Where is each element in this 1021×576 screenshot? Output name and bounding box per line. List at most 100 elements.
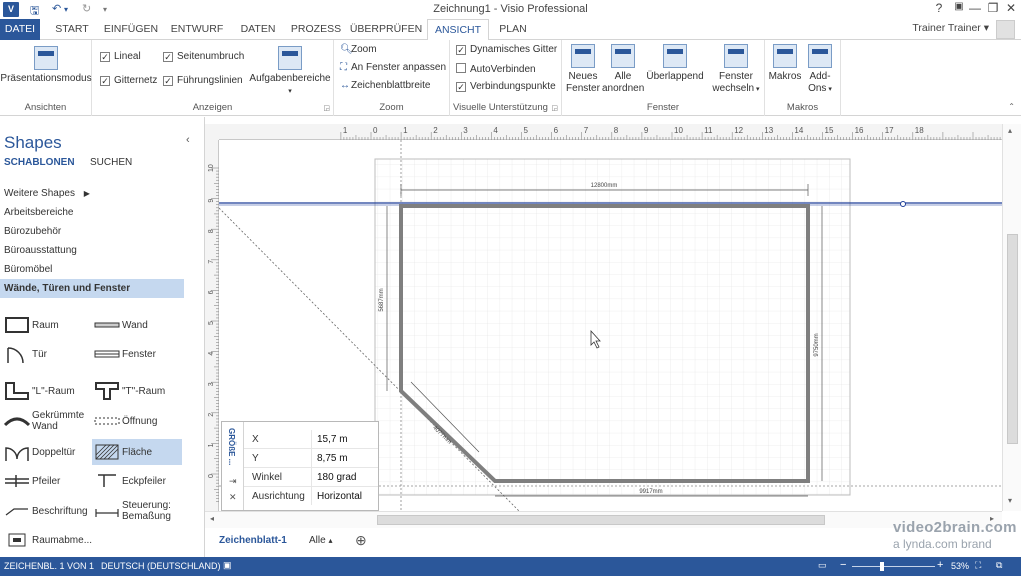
scroll-up-icon[interactable]: ▴: [1008, 126, 1012, 135]
page-indicator[interactable]: ZEICHENBL. 1 VON 1: [4, 561, 94, 571]
size-position-window: GRÖßE ... ⇥ ✕ X 15,7 m Y 8,75 m Winkel 1…: [221, 421, 379, 511]
close-icon[interactable]: ✕: [229, 492, 237, 503]
master-raumabmessung[interactable]: Raumabme...: [2, 527, 92, 553]
zoom-slider-thumb[interactable]: [880, 562, 884, 571]
minimize-button[interactable]: —: [966, 1, 984, 15]
checkbox-checked-icon: ✓: [456, 82, 466, 92]
avatar[interactable]: [996, 20, 1015, 39]
group-label-zoom: Zoom: [379, 102, 404, 113]
restore-button[interactable]: ❐: [984, 1, 1002, 15]
master-beschriftung[interactable]: Beschriftung: [2, 498, 92, 524]
makros-button[interactable]: Makros: [767, 44, 803, 83]
tab-suchen[interactable]: SUCHEN: [90, 157, 132, 168]
switch-windows-icon[interactable]: ⧉: [996, 560, 1002, 571]
master-pfeiler[interactable]: Pfeiler: [2, 468, 92, 494]
horizontal-scroll-thumb[interactable]: [377, 515, 825, 525]
tab-entwurf[interactable]: ENTWURF: [166, 19, 228, 40]
guide-handle[interactable]: [900, 201, 906, 207]
praesentationsmodus-button[interactable]: Präsentationsmodus: [0, 46, 92, 85]
master-flaeche[interactable]: Fläche: [92, 439, 182, 465]
verbindungspunkte-checkbox[interactable]: ✓ Verbindungspunkte: [456, 81, 556, 92]
aufgabenbereiche-button[interactable]: Aufgabenbereiche ▾: [248, 46, 332, 98]
all-pages-button[interactable]: Alle ▴: [309, 535, 332, 546]
tab-ansicht[interactable]: ANSICHT: [427, 19, 489, 41]
master-l-raum[interactable]: "L"-Raum: [2, 378, 92, 404]
horizontal-ruler[interactable]: 1 0 1 2 3 4 5 6 7 8 9 10 11 12 13 14 15 16 17 18: [219, 124, 1002, 140]
fit-window-button[interactable]: ⛶ An Fenster anpassen: [340, 62, 446, 73]
stencil-arbeitsbereiche[interactable]: Arbeitsbereiche: [0, 203, 184, 222]
dialog-launcher-icon[interactable]: ◲: [551, 104, 558, 112]
ruler-label: 17: [885, 126, 894, 135]
tab-daten[interactable]: DATEN: [232, 19, 284, 40]
tab-ueberpruefen[interactable]: ÜBERPRÜFEN: [348, 19, 424, 40]
master-raum[interactable]: Raum: [2, 312, 92, 338]
autoverbinden-checkbox[interactable]: AutoVerbinden: [456, 63, 536, 75]
page-width-button[interactable]: ↔Zeichenblattbreite: [340, 80, 431, 91]
fuehrungslinien-checkbox[interactable]: ✓ Führungslinien: [163, 75, 243, 86]
x-value-field[interactable]: 15,7 m: [317, 434, 348, 445]
ruler-label: 1: [403, 126, 408, 135]
angle-value-field[interactable]: 180 grad: [317, 472, 356, 483]
lineal-checkbox[interactable]: ✓ Lineal: [100, 51, 141, 62]
ruler-label: 2: [208, 413, 215, 417]
collapse-ribbon-icon[interactable]: ⌃: [1008, 102, 1015, 111]
help-button[interactable]: ?: [930, 1, 948, 15]
vertical-scrollbar[interactable]: ▴ ▾: [1002, 124, 1021, 511]
alle-anordnen-button[interactable]: Alle anordnen: [602, 44, 644, 95]
tab-prozess[interactable]: PROZESS: [288, 19, 344, 40]
stencil-waende-tueren-fenster[interactable]: Wände, Türen und Fenster: [0, 279, 184, 298]
pin-icon[interactable]: ⇥: [229, 476, 237, 487]
tab-einfuegen[interactable]: EINFÜGEN: [100, 19, 162, 40]
master-eckpfeiler[interactable]: Eckpfeiler: [92, 468, 182, 494]
page-tab-zeichenblatt-1[interactable]: Zeichenblatt-1: [219, 535, 287, 546]
language-indicator[interactable]: DEUTSCH (DEUTSCHLAND): [101, 561, 221, 571]
fit-page-icon[interactable]: ⛶: [975, 560, 981, 571]
stencil-buerozubehoer[interactable]: Bürozubehör: [0, 222, 184, 241]
y-value-field[interactable]: 8,75 m: [317, 453, 348, 464]
size-position-row-y: Y 8,75 m: [244, 449, 378, 468]
vertical-ruler[interactable]: 10 9 8 7 6 5 4 3 2 1 0: [205, 140, 219, 511]
master-tuer[interactable]: Tür: [2, 341, 92, 367]
horizontal-scrollbar[interactable]: ◂ ▸: [205, 511, 1002, 528]
vertical-scroll-thumb[interactable]: [1007, 234, 1018, 444]
seitenumbruch-checkbox[interactable]: ✓ Seitenumbruch: [163, 51, 244, 62]
opening-icon: [94, 417, 120, 425]
add-page-icon[interactable]: ⊕: [355, 532, 367, 549]
tab-datei[interactable]: DATEI: [0, 19, 40, 40]
presentation-mode-icon[interactable]: ▭: [818, 560, 827, 571]
tab-schablonen[interactable]: SCHABLONEN: [4, 157, 75, 168]
master-doppeltuer[interactable]: Doppeltür: [2, 439, 92, 465]
zoom-in-button[interactable]: +: [937, 559, 943, 571]
tab-start[interactable]: START: [48, 19, 96, 40]
master-t-raum[interactable]: "T"-Raum: [92, 378, 182, 404]
zoom-out-button[interactable]: −: [840, 559, 846, 571]
scroll-down-icon[interactable]: ▾: [1008, 496, 1012, 505]
master-oeffnung[interactable]: Öffnung: [92, 408, 182, 434]
orientation-value-field[interactable]: Horizontal: [317, 491, 362, 502]
stencil-bueromoebel[interactable]: Büromöbel: [0, 260, 184, 279]
neues-fenster-button[interactable]: Neues Fenster: [564, 44, 602, 95]
dialog-launcher-icon[interactable]: ◲: [323, 104, 330, 112]
seitenumbruch-label: Seitenumbruch: [177, 51, 245, 62]
user-account[interactable]: Trainer Trainer ▾: [912, 22, 989, 34]
dynamisches-gitter-checkbox[interactable]: ✓ Dynamisches Gitter: [456, 44, 557, 55]
zoom-slider-track[interactable]: [852, 566, 935, 567]
add-ons-button[interactable]: Add- Ons ▾: [803, 44, 837, 96]
close-button[interactable]: ✕: [1002, 1, 1020, 15]
stencil-weitere-shapes[interactable]: Weitere Shapes ▶: [0, 184, 184, 203]
size-position-row-ausrichtung: Ausrichtung Horizontal: [244, 487, 378, 506]
ueberlappend-button[interactable]: Überlappend: [644, 44, 706, 83]
zoom-button[interactable]: 🔍︎Zoom: [340, 44, 377, 55]
gitternetz-checkbox[interactable]: ✓ Gitternetz: [100, 75, 157, 86]
master-gekruemmte-wand[interactable]: Gekrümmte Wand: [2, 408, 92, 434]
tab-plan[interactable]: PLAN: [493, 19, 533, 40]
scroll-left-icon[interactable]: ◂: [210, 514, 214, 523]
collapse-pane-icon[interactable]: ‹: [186, 134, 190, 146]
macro-record-icon[interactable]: ▣: [223, 560, 232, 571]
master-fenster[interactable]: Fenster: [92, 341, 182, 367]
stencil-bueroausstattung[interactable]: Büroausstattung: [0, 241, 184, 260]
master-wand[interactable]: Wand: [92, 312, 182, 338]
zoom-level[interactable]: 53%: [951, 561, 969, 571]
master-steuerung-bemassung[interactable]: Steuerung: Bemaßung: [92, 498, 182, 524]
fenster-wechseln-button[interactable]: Fenster wechseln ▾: [710, 44, 762, 96]
